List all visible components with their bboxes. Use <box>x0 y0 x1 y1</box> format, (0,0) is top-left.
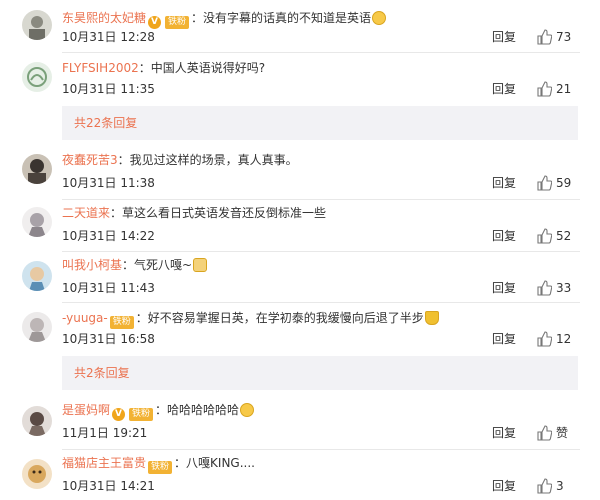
thumbs-up-icon <box>537 425 552 441</box>
reply-button[interactable]: 回复 <box>492 330 516 348</box>
comment-text: 好不容易掌握日英，在学初泰的我缓慢向后退了半步 <box>147 311 424 325</box>
comment-text: 八嘎KING.... <box>186 456 255 470</box>
username-link[interactable]: -yuuga- <box>62 311 108 325</box>
comment-time: 10月31日 11:43 <box>62 281 155 295</box>
reply-button[interactable]: 回复 <box>492 477 516 495</box>
divider <box>62 449 580 450</box>
username-link[interactable]: 是蛋妈啊 <box>62 403 110 417</box>
comment-time: 10月31日 14:22 <box>62 229 155 243</box>
like-button[interactable]: 52 <box>536 227 580 245</box>
like-button[interactable]: 3 <box>536 477 580 495</box>
like-count: 赞 <box>556 426 569 440</box>
fan-badge: 铁粉 <box>148 461 173 474</box>
fan-badge: 铁粉 <box>129 408 154 421</box>
more-replies-box[interactable]: 共2条回复 <box>62 356 578 390</box>
avatar[interactable] <box>22 406 52 436</box>
thumbs-up-icon <box>537 280 552 296</box>
username-link[interactable]: 福猫店主王富贵 <box>62 456 146 470</box>
trophy-emoji-icon <box>424 311 439 325</box>
more-replies-link[interactable]: 共2条回复 <box>74 365 130 381</box>
like-button[interactable]: 12 <box>536 330 580 348</box>
like-button[interactable]: 33 <box>536 279 580 297</box>
comment-text: 草这么看日式英语发音还反倒标准一些 <box>122 206 327 220</box>
like-count: 73 <box>556 30 572 44</box>
reply-button[interactable]: 回复 <box>492 28 516 46</box>
comment-time: 10月31日 14:21 <box>62 479 155 493</box>
dog-emoji-icon <box>193 258 208 272</box>
comment-text: 哈哈哈哈哈哈 <box>167 403 240 417</box>
thumbs-up-icon <box>537 228 552 244</box>
divider <box>62 52 580 53</box>
thumbs-up-icon <box>537 478 552 494</box>
username-link[interactable]: 叫我小柯基 <box>62 258 122 272</box>
more-replies-link[interactable]: 共22条回复 <box>74 115 137 131</box>
like-button[interactable]: 赞 <box>536 424 580 442</box>
like-count: 52 <box>556 229 572 243</box>
avatar[interactable] <box>22 459 52 489</box>
fan-badge: 铁粉 <box>109 316 134 329</box>
like-count: 3 <box>556 479 564 493</box>
divider <box>62 302 580 303</box>
comment-time: 10月31日 11:38 <box>62 176 155 190</box>
thumbs-up-icon <box>537 81 552 97</box>
thumbs-up-icon <box>537 175 552 191</box>
comment-text: 气死八嘎~ <box>134 258 193 272</box>
reply-button[interactable]: 回复 <box>492 80 516 98</box>
username-link[interactable]: 夜蠢死苦3 <box>62 153 118 167</box>
username-link[interactable]: 二天道来 <box>62 206 110 220</box>
comment-text: 没有字幕的话真的不知道是英语 <box>203 11 372 25</box>
avatar[interactable] <box>22 261 52 291</box>
smile-emoji-icon <box>372 11 387 25</box>
like-count: 33 <box>556 281 572 295</box>
more-replies-box[interactable]: 共22条回复 <box>62 106 578 140</box>
comment-text: 我见过这样的场景，真人真事。 <box>129 153 298 167</box>
username-link[interactable]: 东昊熙的太妃糖 <box>62 11 146 25</box>
laugh-emoji-icon <box>240 403 255 417</box>
avatar[interactable] <box>22 312 52 342</box>
divider <box>62 251 580 252</box>
avatar[interactable] <box>22 207 52 237</box>
like-count: 59 <box>556 176 572 190</box>
divider <box>62 199 580 200</box>
verified-v-icon: V <box>112 408 126 421</box>
like-button[interactable]: 21 <box>536 80 580 98</box>
reply-button[interactable]: 回复 <box>492 227 516 245</box>
thumbs-up-icon <box>537 29 552 45</box>
username-link[interactable]: FLYFSIH2002 <box>62 61 139 75</box>
comment-time: 10月31日 16:58 <box>62 332 155 346</box>
comment-text: 中国人英语说得好吗? <box>150 61 266 75</box>
like-count: 12 <box>556 332 572 346</box>
avatar[interactable] <box>22 10 52 40</box>
comment-list: 东昊熙的太妃糖 V 铁粉 ：没有字幕的话真的不知道是英语 10月31日 12:28 回… <box>0 0 600 500</box>
comment-time: 10月31日 11:35 <box>62 82 155 96</box>
comment-time: 11月1日 19:21 <box>62 426 148 440</box>
reply-button[interactable]: 回复 <box>492 279 516 297</box>
avatar[interactable] <box>22 62 52 92</box>
like-count: 21 <box>556 82 572 96</box>
like-button[interactable]: 73 <box>536 28 580 46</box>
thumbs-up-icon <box>537 331 552 347</box>
comment-time: 10月31日 12:28 <box>62 30 155 44</box>
avatar[interactable] <box>22 154 52 184</box>
reply-button[interactable]: 回复 <box>492 424 516 442</box>
reply-button[interactable]: 回复 <box>492 174 516 192</box>
like-button[interactable]: 59 <box>536 174 580 192</box>
